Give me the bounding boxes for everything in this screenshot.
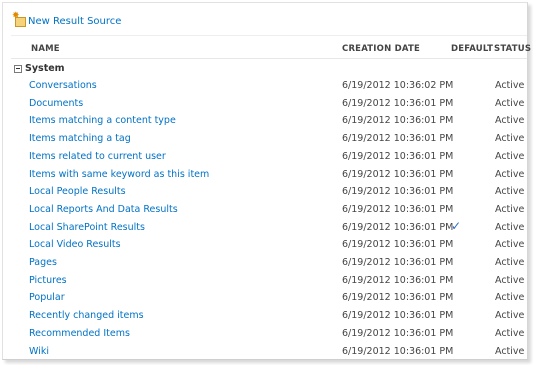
table-row[interactable]: Documents 6/19/2012 10:36:01 PM Active: [3, 95, 527, 113]
result-sources-panel: ✸ New Result Source NAME CREATION DATE D…: [2, 2, 531, 361]
table-row[interactable]: Items with same keyword as this item 6/19…: [3, 166, 527, 184]
collapse-icon[interactable]: [14, 64, 22, 73]
creation-date: 6/19/2012 10:36:01 PM: [342, 257, 454, 268]
creation-date: 6/19/2012 10:36:01 PM: [342, 150, 454, 162]
result-source-link[interactable]: Local People Results: [29, 186, 126, 197]
column-header-default[interactable]: DEFAULT: [451, 44, 493, 54]
creation-date: 6/19/2012 10:36:01 PM: [342, 239, 454, 251]
toolbar-divider: [11, 35, 527, 36]
creation-date: 6/19/2012 10:36:01 PM: [342, 310, 454, 322]
new-result-source-label[interactable]: New Result Source: [28, 16, 121, 27]
table-row[interactable]: Wiki 6/19/2012 10:36:01 PM Active: [3, 343, 527, 361]
result-source-link[interactable]: Items related to current user: [29, 151, 166, 162]
result-source-link[interactable]: Documents: [29, 98, 83, 109]
status: Active: [495, 133, 525, 145]
table-row[interactable]: Local Video Results 6/19/2012 10:36:01 PM…: [3, 236, 527, 254]
new-result-source-button[interactable]: ✸ New Result Source: [12, 12, 121, 30]
status: Active: [495, 80, 525, 91]
creation-date: 6/19/2012 10:36:01 PM: [342, 274, 454, 286]
result-source-link[interactable]: Conversations: [29, 80, 97, 91]
new-result-source-icon: ✸: [12, 12, 26, 27]
result-source-link[interactable]: Pictures: [29, 275, 67, 286]
status: Active: [495, 310, 525, 322]
status: Active: [495, 115, 525, 127]
creation-date: 6/19/2012 10:36:01 PM: [342, 221, 454, 233]
status: Active: [495, 274, 525, 286]
status: Active: [495, 292, 525, 304]
column-header-name[interactable]: NAME: [31, 44, 60, 54]
table-row[interactable]: Popular 6/19/2012 10:36:01 PM Active: [3, 289, 527, 307]
table-row[interactable]: Local Reports And Data Results 6/19/2012 …: [3, 201, 527, 219]
creation-date: 6/19/2012 10:36:01 PM: [342, 133, 454, 145]
status: Active: [495, 257, 525, 268]
result-source-link[interactable]: Local Reports And Data Results: [29, 204, 178, 215]
table-row[interactable]: Items matching a content type 6/19/2012 1…: [3, 112, 527, 130]
table-row[interactable]: Recommended Items 6/19/2012 10:36:01 PM Ac…: [3, 325, 527, 343]
status: Active: [495, 168, 525, 180]
table-row[interactable]: Pages 6/19/2012 10:36:01 PM Active: [3, 254, 527, 272]
table-row[interactable]: Conversations 6/19/2012 10:36:02 PM Active: [3, 77, 527, 95]
result-source-link[interactable]: Local SharePoint Results: [29, 222, 145, 233]
creation-date: 6/19/2012 10:36:01 PM: [342, 292, 454, 304]
creation-date: 6/19/2012 10:36:01 PM: [342, 345, 454, 357]
status: Active: [495, 327, 525, 339]
table-row[interactable]: Recently changed items 6/19/2012 10:36:01…: [3, 307, 527, 325]
column-header-creation-date[interactable]: CREATION DATE: [342, 44, 420, 54]
result-source-link[interactable]: Pages: [29, 257, 57, 268]
creation-date: 6/19/2012 10:36:01 PM: [342, 186, 454, 198]
creation-date: 6/19/2012 10:36:01 PM: [342, 203, 454, 215]
result-source-link[interactable]: Popular: [29, 292, 65, 303]
status: Active: [495, 150, 525, 162]
result-source-link[interactable]: Items with same keyword as this item: [29, 169, 209, 180]
table-row[interactable]: Local People Results 6/19/2012 10:36:01 P…: [3, 183, 527, 201]
creation-date: 6/19/2012 10:36:01 PM: [342, 115, 454, 127]
creation-date: 6/19/2012 10:36:02 PM: [342, 80, 454, 91]
creation-date: 6/19/2012 10:36:01 PM: [342, 168, 454, 180]
result-source-link[interactable]: Recommended Items: [29, 328, 130, 339]
result-source-link[interactable]: Wiki: [29, 346, 49, 357]
status: Active: [495, 239, 525, 251]
table-row[interactable]: Local SharePoint Results 6/19/2012 10:36:…: [3, 219, 527, 237]
result-source-link[interactable]: Items matching a tag: [29, 133, 131, 144]
table-row[interactable]: Pictures 6/19/2012 10:36:01 PM Active: [3, 272, 527, 290]
status: Active: [495, 203, 525, 215]
status: Active: [495, 186, 525, 198]
status: Active: [495, 97, 525, 109]
result-source-link[interactable]: Local Video Results: [29, 239, 121, 250]
table-row[interactable]: Items matching a tag 6/19/2012 10:36:01 P…: [3, 130, 527, 148]
result-source-link[interactable]: Recently changed items: [29, 310, 144, 321]
creation-date: 6/19/2012 10:36:01 PM: [342, 97, 454, 109]
group-header-system[interactable]: System: [14, 63, 65, 74]
creation-date: 6/19/2012 10:36:01 PM: [342, 327, 454, 339]
default-checkmark-icon: ✓: [451, 218, 462, 233]
group-label: System: [25, 63, 65, 74]
column-header-status[interactable]: STATUS: [494, 44, 531, 54]
header-divider: [11, 58, 527, 59]
status: Active: [495, 345, 525, 357]
table-row[interactable]: Items related to current user 6/19/2012 1…: [3, 148, 527, 166]
status: Active: [495, 221, 525, 233]
result-source-link[interactable]: Items matching a content type: [29, 115, 176, 126]
